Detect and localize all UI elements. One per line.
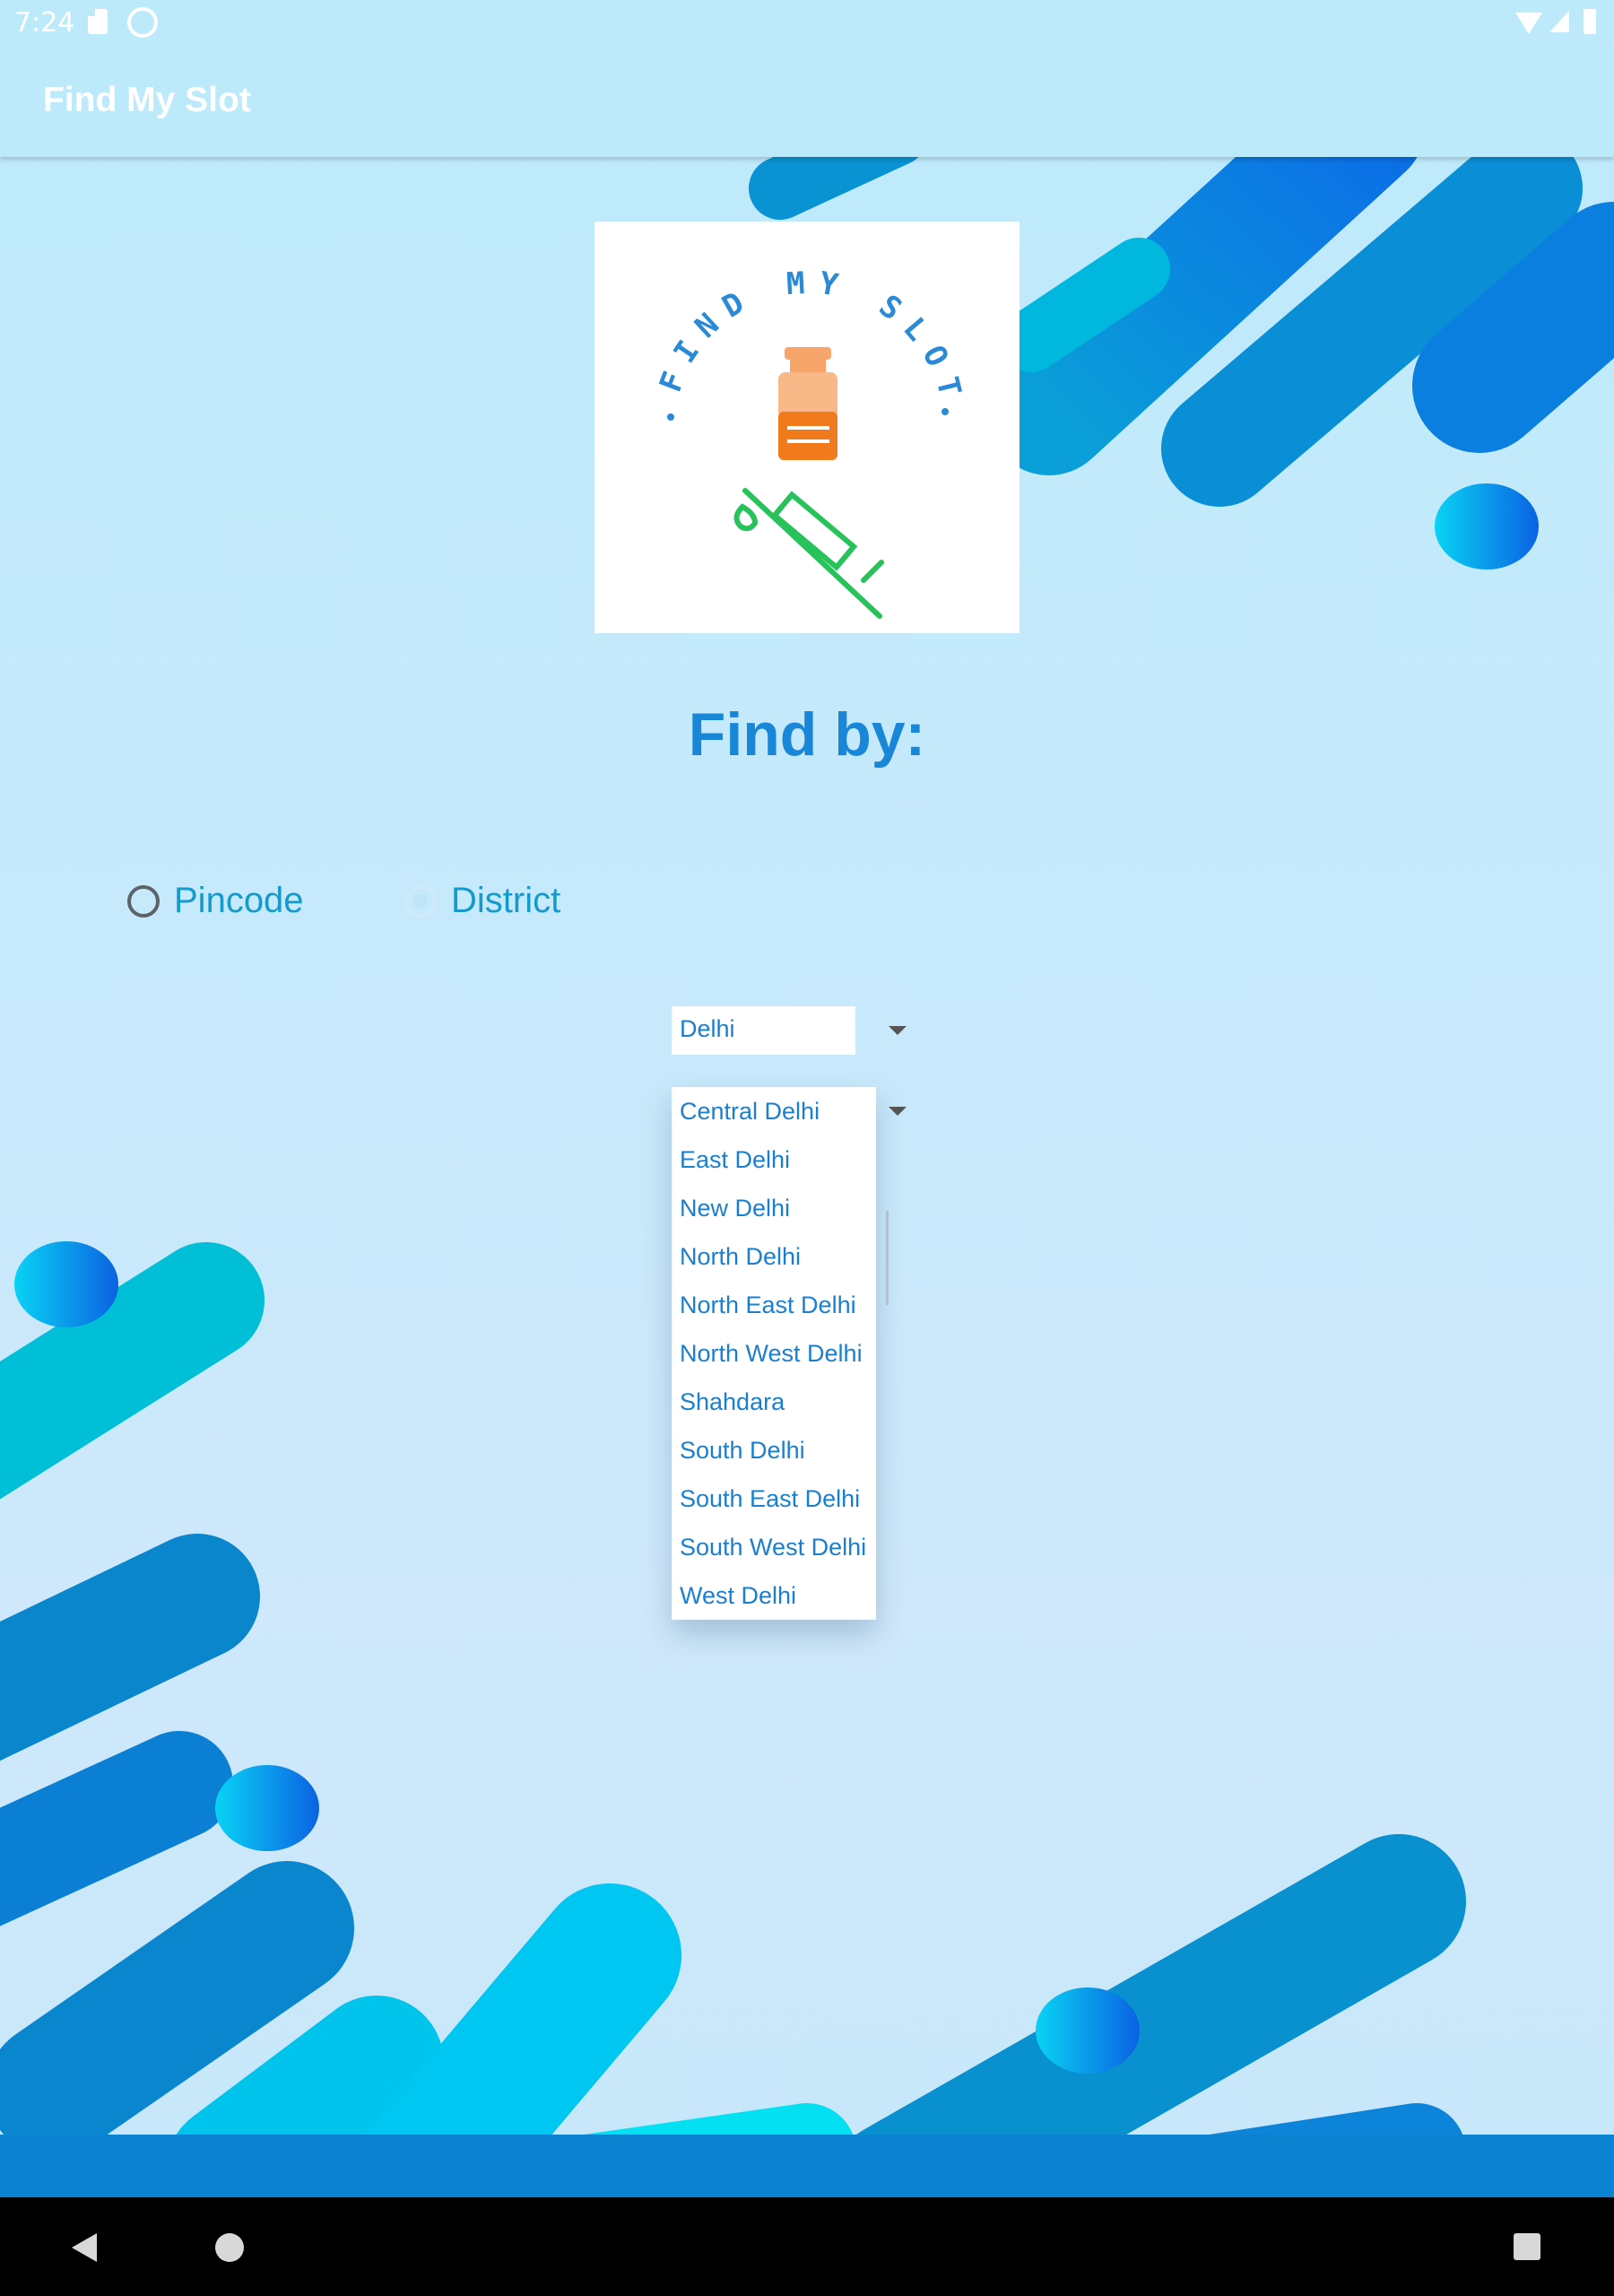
app-logo: FIND MY SLOT <box>594 222 1020 633</box>
district-radio-button[interactable] <box>404 884 437 918</box>
state-select-chevron-down-icon[interactable] <box>889 1026 907 1035</box>
syringe-icon <box>733 488 884 619</box>
dropdown-option[interactable]: South East Delhi <box>672 1474 876 1523</box>
dropdown-option[interactable]: South Delhi <box>672 1426 876 1474</box>
dropdown-option[interactable]: North Delhi <box>672 1232 876 1281</box>
district-dropdown-list: Central Delhi East Delhi New Delhi North… <box>672 1087 876 1620</box>
radio-option-pincode[interactable]: Pincode <box>127 881 304 921</box>
district-select-chevron-down-icon[interactable] <box>889 1107 907 1116</box>
recents-icon[interactable] <box>1514 2233 1540 2260</box>
navigation-bar <box>0 2197 1614 2296</box>
find-by-heading: Find by: <box>688 700 926 769</box>
dropdown-option[interactable]: North West Delhi <box>672 1329 876 1378</box>
pincode-radio-label: Pincode <box>174 881 304 920</box>
dropdown-option[interactable]: Shahdara <box>672 1378 876 1426</box>
dropdown-option[interactable]: South West Delhi <box>672 1523 876 1571</box>
app-bar: Find My Slot <box>0 45 1614 157</box>
radio-option-district[interactable]: District <box>404 881 560 921</box>
state-select[interactable]: Delhi <box>672 1006 855 1055</box>
dropdown-option[interactable]: Central Delhi <box>672 1087 876 1135</box>
vaccine-vial-icon <box>778 347 837 460</box>
dropdown-option[interactable]: North East Delhi <box>672 1281 876 1329</box>
dropdown-option[interactable]: East Delhi <box>672 1135 876 1184</box>
dropdown-option[interactable]: West Delhi <box>672 1571 876 1620</box>
pincode-radio-button[interactable] <box>127 884 160 918</box>
dropdown-option[interactable]: New Delhi <box>672 1184 876 1232</box>
back-icon[interactable] <box>72 2233 97 2262</box>
app-title: Find My Slot <box>43 81 251 119</box>
district-radio-label: District <box>451 881 561 920</box>
home-icon[interactable] <box>215 2233 244 2262</box>
logo-graphic: FIND MY SLOT <box>653 265 959 619</box>
